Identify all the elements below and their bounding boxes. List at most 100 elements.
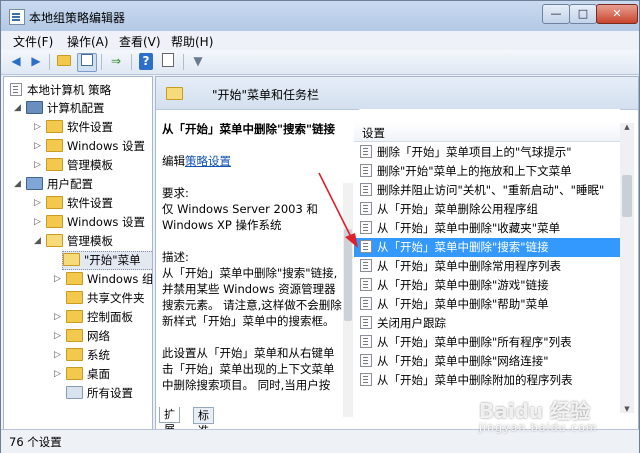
tree-item-start-menu[interactable]: "开始"菜单 [62,251,152,270]
list-item[interactable]: 从「开始」菜单中删除"网络连接" [354,352,620,371]
expand-icon[interactable]: ▷ [34,198,41,208]
tab-standard[interactable]: 标准 [193,407,214,437]
tree-item-all-settings[interactable]: 所有设置 [66,385,133,402]
tree-item-c-software[interactable]: 软件设置 [46,119,113,136]
description-scrollbar[interactable] [343,183,353,417]
tree-item-shared-folders[interactable]: 共享文件夹 [66,290,145,307]
scroll-thumb[interactable] [344,229,352,321]
list-item[interactable]: 删除「开始」菜单项目上的"气球提示" [354,143,620,162]
tree-item-control-panel[interactable]: 控制面板 [66,309,133,326]
expand-icon[interactable]: ▷ [34,141,41,151]
list-item[interactable]: 从「开始」菜单中删除"搜索"链接 [354,238,620,257]
tree-item-desktop[interactable]: 桌面 [66,366,110,383]
baidu-watermark: Baidu 经验 jingyan.baidu.com [479,399,598,434]
expand-icon[interactable]: ▷ [54,350,61,360]
tree-item-windows-components[interactable]: Windows 组 [66,271,152,288]
tree-item-u-admin[interactable]: 管理模板 [46,233,113,250]
policy-icon [10,83,22,96]
close-button[interactable]: ✕ [596,4,638,24]
tab-extended[interactable]: 扩展 [159,407,180,436]
toolbar-divider [101,54,102,70]
list-item-label: 从「开始」菜单删除公用程序组 [377,202,538,216]
toolbar-divider [49,54,50,70]
tree-item-u-software[interactable]: 软件设置 [46,195,113,212]
tree-item-network[interactable]: 网络 [66,328,110,345]
tree-item-computer-config[interactable]: 计算机配置 [26,100,105,117]
list-item[interactable]: 从「开始」菜单中删除常用程序列表 [354,257,620,276]
up-folder-icon[interactable] [55,53,73,70]
folder-icon [66,291,83,304]
list-item[interactable]: 从「开始」菜单中删除"帮助"菜单 [354,295,620,314]
properties-icon[interactable] [159,53,177,70]
expand-icon[interactable]: ▷ [34,122,41,132]
folder-icon [66,367,83,380]
scroll-thumb[interactable] [622,175,632,217]
expand-icon[interactable]: ▷ [34,217,41,227]
forward-icon[interactable]: ▶ [27,53,45,70]
tree-item-c-admin[interactable]: 管理模板 [46,157,113,174]
menu-help[interactable]: 帮助(H) [171,33,213,50]
tree-item-system[interactable]: 系统 [66,347,110,364]
user-icon [26,177,43,190]
export-list-icon[interactable]: ⇒ [107,53,125,70]
tree-item-root[interactable]: 本地计算机 策略 [10,82,111,99]
description-text-2: 此设置从「开始」菜单和从右键单击「开始」菜单出现的上下文菜单中删除搜索项目。 同… [162,346,335,392]
maximize-button[interactable]: □ [569,4,597,24]
list-item-label: 从「开始」菜单中删除"所有程序"列表 [377,335,572,349]
folder-icon [46,139,63,152]
list-item-label: 删除并阻止访问"关机"、"重新启动"、"睡眠" [377,183,605,197]
expand-icon[interactable]: ▷ [54,331,61,341]
folder-icon [46,215,63,228]
policy-setting-icon [360,183,372,196]
folder-icon [46,120,63,133]
title-bar[interactable]: 本地组策略编辑器 — □ ✕ [1,1,639,31]
collapse-icon[interactable]: ◢ [14,103,21,113]
show-tree-icon[interactable] [77,53,97,72]
list-item[interactable]: 关闭用户跟踪 [354,314,620,333]
column-header-setting[interactable]: 设置 [354,123,620,142]
back-icon[interactable]: ◀ [7,53,25,70]
list-item[interactable]: 删除并阻止访问"关机"、"重新启动"、"睡眠" [354,181,620,200]
expand-icon[interactable]: ▷ [34,160,41,170]
list-item[interactable]: 从「开始」菜单中删除附加的程序列表 [354,371,620,390]
list-item[interactable]: 从「开始」菜单中删除"游戏"链接 [354,276,620,295]
menu-action[interactable]: 操作(A) [67,33,109,50]
list-item-label: 从「开始」菜单中删除"收藏夹"菜单 [377,221,561,235]
window-title: 本地组策略编辑器 [29,11,126,25]
tree-item-u-windows[interactable]: Windows 设置 [46,214,145,231]
requirements-text: 仅 Windows Server 2003 和 Windows XP 操作系统 [162,202,318,232]
tree-item-c-windows[interactable]: Windows 设置 [46,138,145,155]
menu-view[interactable]: 查看(V) [119,33,161,50]
requirements-label: 要求: [162,186,189,200]
collapse-icon[interactable]: ◢ [14,179,21,189]
expand-icon[interactable]: ▷ [54,312,61,322]
help-icon[interactable]: ? [139,53,153,70]
menu-file[interactable]: 文件(F) [13,33,53,50]
toolbar: ◀ ▶ ⇒ ? ▼ [1,50,639,75]
folder-open-icon [166,87,183,100]
list-item[interactable]: 从「开始」菜单中删除"收藏夹"菜单 [354,219,620,238]
list-item-label: 删除「开始」菜单项目上的"气球提示" [377,145,572,159]
tree-item-user-config[interactable]: 用户配置 [26,176,93,193]
edit-prefix: 编辑 [162,154,185,168]
minimize-button[interactable]: — [542,4,570,24]
expand-icon[interactable]: ▷ [54,369,61,379]
collapse-icon[interactable]: ◢ [34,236,41,246]
list-item[interactable]: 从「开始」菜单中删除"所有程序"列表 [354,333,620,352]
list-scrollbar[interactable]: ▲ ▼ [620,123,634,413]
filter-icon[interactable]: ▼ [189,53,207,70]
edit-policy-link[interactable]: 策略设置 [185,154,231,168]
policy-setting-icon [360,259,372,272]
status-count: 76 个设置 [9,435,62,449]
list-item[interactable]: 从「开始」菜单删除公用程序组 [354,200,620,219]
scroll-up-icon[interactable]: ▲ [622,123,632,131]
list-item-label: 从「开始」菜单中删除"游戏"链接 [377,278,549,292]
details-pane: "开始"菜单和任务栏 从「开始」菜单中删除"搜索"链接 编辑策略设置 要求: 仅… [155,76,639,430]
computer-icon [26,101,43,114]
expand-icon[interactable]: ▷ [54,274,61,284]
policy-setting-icon [360,164,372,177]
scroll-down-icon[interactable]: ▼ [622,405,632,413]
settings-list: 设置 删除「开始」菜单项目上的"气球提示" 删除"开始"菜单上的拖放和上下文菜单删… [354,109,620,419]
list-item-label: 从「开始」菜单中删除附加的程序列表 [377,373,573,387]
list-item[interactable]: 删除"开始"菜单上的拖放和上下文菜单 [354,162,620,181]
